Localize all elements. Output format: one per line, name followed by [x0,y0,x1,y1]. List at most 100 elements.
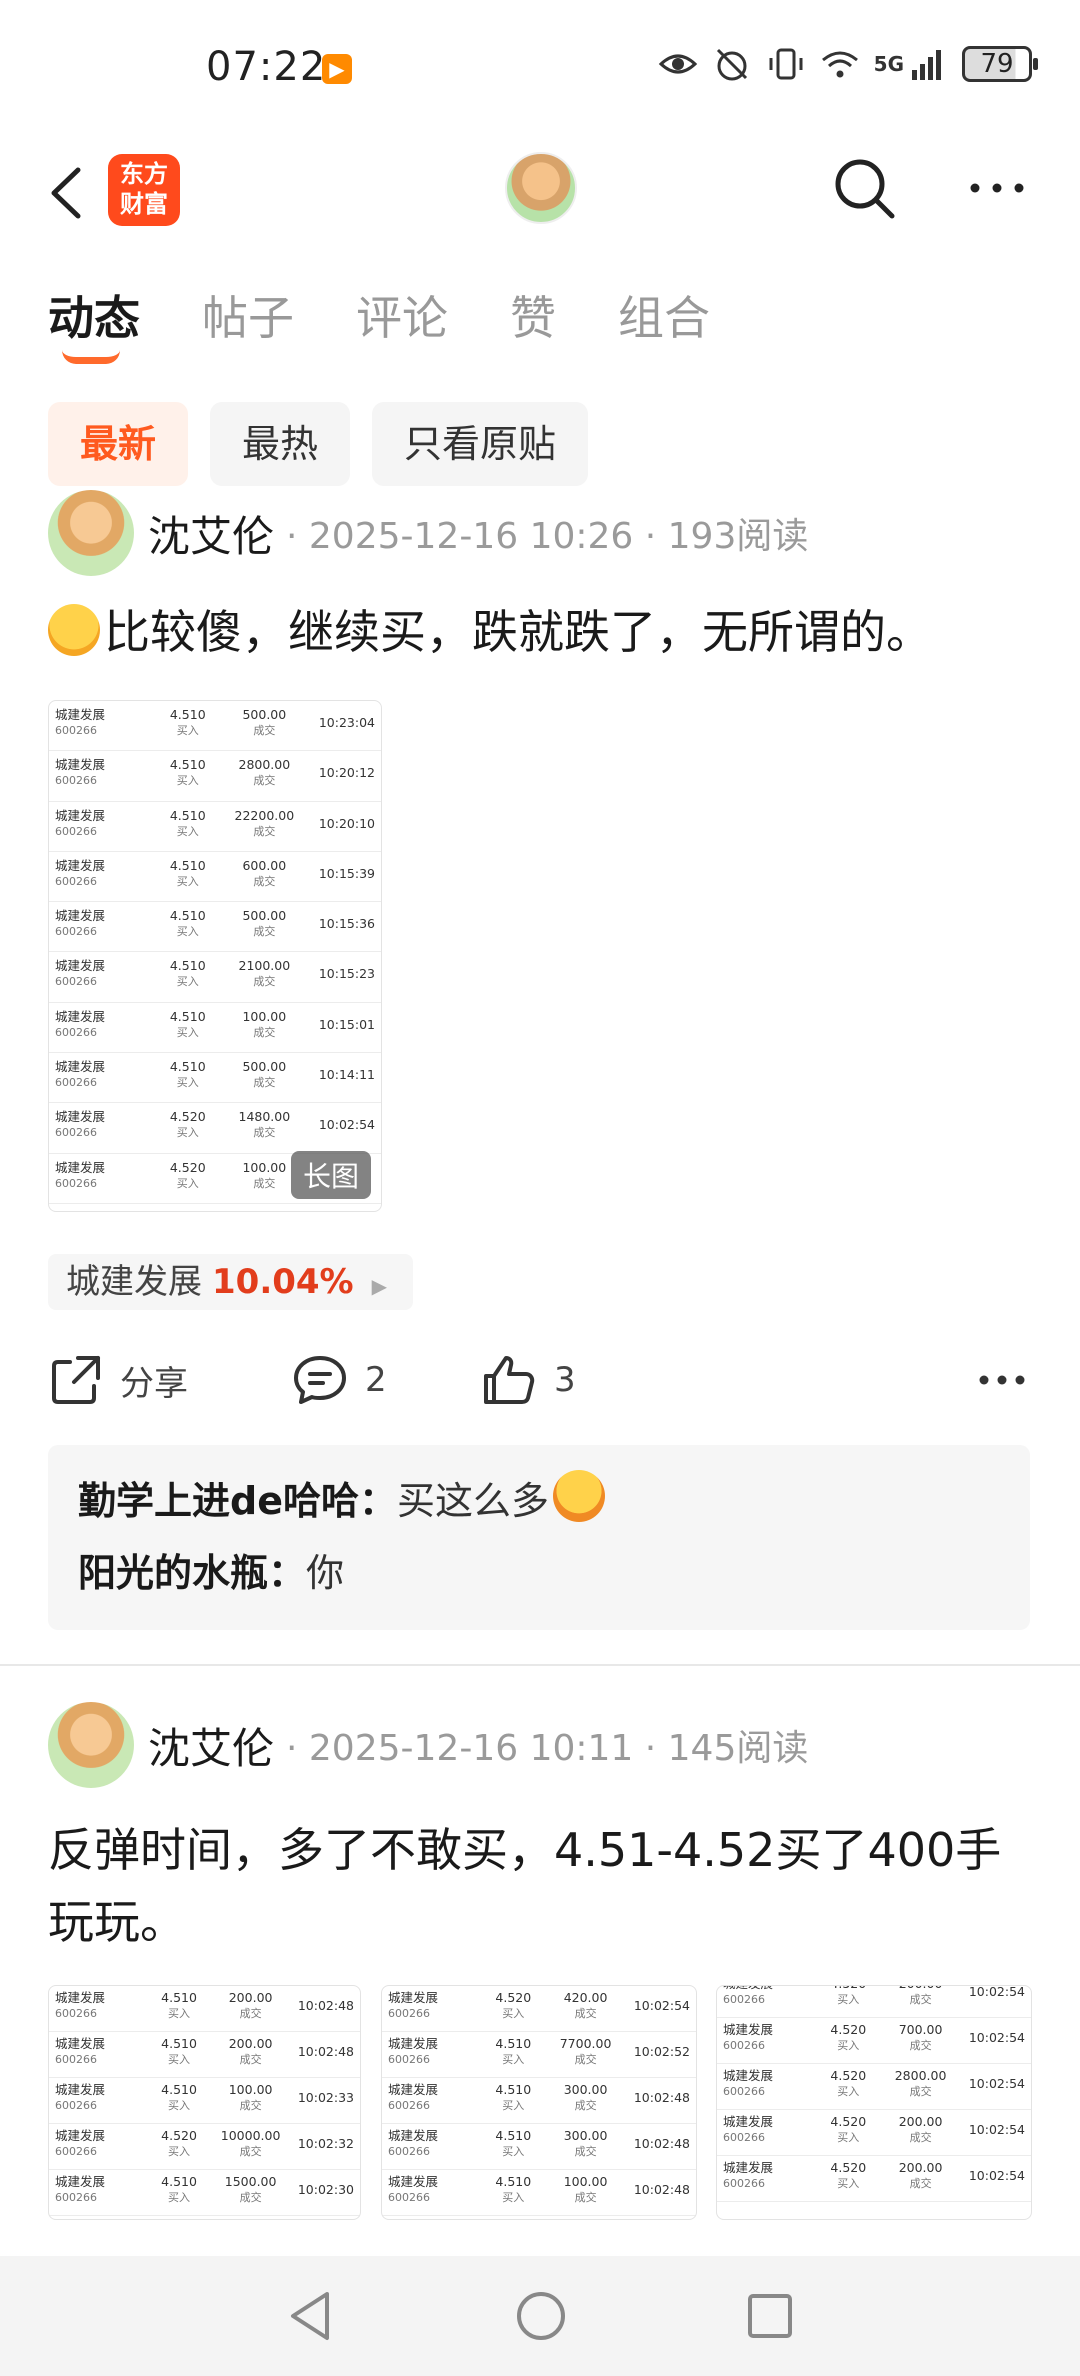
trade-row: 城建发展 600266 4.510 买入 600.00 成交 10:15:39 [49,852,381,903]
nav-recents-icon[interactable] [742,2286,798,2346]
comment-bubble-icon [294,1356,346,1404]
trade-stock-code: 600266 [723,2085,765,2098]
trade-stock-name: 城建发展 [55,958,106,974]
trade-side: 买入 [176,1025,199,1039]
trade-stock-name: 城建发展 [55,757,106,773]
trade-quantity: 200.00 [228,1990,273,2005]
trade-stock-code: 600266 [723,2131,765,2144]
signal-icon [912,50,941,80]
post-image[interactable]: 城建发展 600266 4.520 买入 420.00 成交 10:02:54 城建发展 600… [381,1985,697,2220]
trade-stock-name: 城建发展 [55,2174,106,2189]
nav-back-icon[interactable] [283,2286,339,2346]
trade-status: 成交 [909,2177,932,2190]
app-logo[interactable]: 东方 财富 [108,154,180,226]
comment-button[interactable]: 2 [291,1340,387,1420]
trade-row: 城建发展 600266 4.510 买入 500.00 成交 10:14:11 [49,1053,381,1104]
profile-avatar[interactable] [505,152,577,224]
trade-status: 成交 [253,724,276,737]
filter-chips: 最新 最热 只看原贴 [48,402,589,486]
author-avatar[interactable] [48,490,134,576]
trade-side: 买入 [837,2039,860,2052]
trade-row: 城建发展 600266 4.510 买入 200.00 成交 10:02:48 [49,1986,360,2032]
trade-price: 4.510 [161,1990,197,2005]
trade-time: 10:02:32 [297,2136,354,2151]
post-meta: · 2025-12-16 10:11 · 145阅读 [286,1728,809,1769]
trade-row: 城建发展 600266 4.510 买入 2100.00 成交 10:15:23 [49,952,381,1003]
tab-portfolio[interactable]: 组合 [618,282,710,348]
trade-side: 买入 [168,2145,191,2158]
comment-item: 勤学上进de哈哈：买这么多 [78,1465,1000,1537]
trade-quantity: 2800.00 [238,757,291,773]
nav-home-icon[interactable] [513,2286,569,2346]
trade-time: 10:02:54 [968,1985,1025,1999]
more-options-icon[interactable] [965,168,1029,208]
post-reads: 193阅读 [667,516,809,557]
status-bar: 07:22 ▶ 5G 79 [0,0,1080,130]
trade-stock-name: 城建发展 [723,2114,774,2129]
filter-original-only[interactable]: 只看原贴 [372,402,589,486]
trade-price: 4.520 [830,2114,867,2129]
post-more-icon[interactable] [976,1340,1028,1420]
trade-side: 买入 [176,724,199,737]
post-content[interactable]: 比较傻，继续买，跌就跌了，无所谓的。 [48,596,1038,668]
stock-name: 城建发展 [66,1262,202,1302]
like-count: 3 [554,1360,576,1400]
trade-quantity: 200.00 [228,2036,273,2051]
post-image[interactable]: 城建发展 600266 4.510 买入 200.00 成交 10:02:48 城建发展 600… [48,1985,361,2220]
trade-stock-code: 600266 [55,1076,97,1090]
trade-row: 城建发展 600266 4.510 买入 200.00 成交 10:02:48 [49,2032,360,2078]
trade-stock-code: 600266 [55,874,97,888]
trade-price: 4.510 [169,908,206,924]
author-name[interactable]: 沈艾伦 [148,503,274,564]
like-button[interactable]: 3 [480,1340,576,1420]
trade-quantity: 1480.00 [238,1109,291,1125]
share-button[interactable]: 分享 [48,1340,188,1420]
trade-stock-name: 城建发展 [55,2036,106,2051]
trade-price: 4.520 [830,2022,867,2037]
trade-row: 城建发展 600266 4.520 买入 420.00 成交 10:02:54 [382,1986,696,2032]
trade-quantity: 600.00 [242,857,287,873]
trade-time: 10:02:52 [633,2044,690,2059]
filter-latest[interactable]: 最新 [48,402,189,486]
trade-quantity: 100.00 [563,2174,608,2189]
long-image-badge: 长图 [290,1151,371,1199]
search-icon[interactable] [830,154,900,224]
post-image-long[interactable]: 城建发展 600266 4.510 买入 500.00 成交 10:23:04 城建发展 600… [48,700,382,1212]
logo-text-bottom: 财富 [120,190,168,218]
trade-stock-name: 城建发展 [55,908,106,924]
trade-price: 4.520 [830,2068,867,2083]
stock-tag[interactable]: 城建发展 10.04% ▶ [48,1254,414,1310]
trade-stock-name: 城建发展 [55,707,106,722]
trade-price: 4.520 [169,1109,206,1125]
trade-side: 买入 [837,1993,860,2006]
author-name[interactable]: 沈艾伦 [148,1715,274,1776]
trade-status: 成交 [239,2145,262,2158]
trade-price: 4.510 [161,2174,197,2189]
tab-likes[interactable]: 赞 [510,282,556,348]
post-image[interactable]: 城建发展 600266 4.520 买入 200.00 成交 10:02:54 城建发展 600… [716,1985,1032,2220]
tab-activity[interactable]: 动态 [48,282,140,348]
post-text[interactable]: 反弹时间，多了不敢买，4.51-4.52买了400手玩玩。 [48,1814,1038,1958]
trade-stock-code: 600266 [55,2053,97,2066]
trade-stock-code: 600266 [388,2191,430,2204]
trade-stock-name: 城建发展 [388,2174,439,2189]
trade-side: 买入 [176,1076,199,1090]
comment-user[interactable]: 勤学上进de哈哈 [78,1479,359,1523]
filter-hot[interactable]: 最热 [210,402,351,486]
top-navigation: 东方 财富 [0,140,1080,250]
comment-preview[interactable]: 勤学上进de哈哈：买这么多 阳光的水瓶：你 [48,1445,1030,1630]
trade-status: 成交 [239,2007,262,2020]
trade-side: 买入 [176,1126,199,1140]
trade-quantity: 100.00 [228,2082,273,2097]
comment-user[interactable]: 阳光的水瓶 [78,1551,268,1595]
trade-quantity: 700.00 [898,2022,943,2037]
post-header: 沈艾伦 · 2025-12-16 10:26 · 193阅读 [48,490,808,576]
post-date: 2025-12-16 10:11 [308,1728,634,1769]
trade-time: 10:02:54 [968,2030,1025,2045]
trade-stock-code: 600266 [55,1176,97,1190]
tab-comments[interactable]: 评论 [356,282,448,348]
back-arrow-icon[interactable] [40,158,100,228]
trade-time: 10:20:12 [318,765,375,781]
tab-posts[interactable]: 帖子 [202,282,294,348]
author-avatar[interactable] [48,1702,134,1788]
